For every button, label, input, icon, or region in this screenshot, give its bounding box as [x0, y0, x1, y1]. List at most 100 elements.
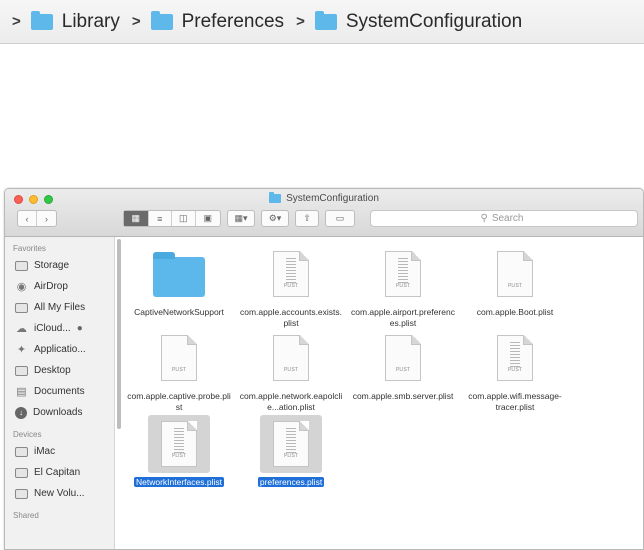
file-item[interactable]: PLIST com.apple.captive.probe.plist	[123, 329, 235, 413]
title-bar: SystemConfiguration ‹ › ▦ ≡ ◫ ▣ ▦▾ ⚙▾ ⇧ …	[5, 189, 643, 237]
file-item[interactable]: PLIST com.apple.airport.preferences.plis…	[347, 245, 459, 329]
search-field[interactable]: ⚲ Search	[370, 210, 638, 227]
file-item-selected[interactable]: PLIST NetworkInterfaces.plist	[123, 415, 235, 488]
plist-document-icon: PLIST	[497, 251, 533, 297]
plist-document-icon: PLIST	[273, 335, 309, 381]
file-name: CaptiveNetworkSupport	[134, 307, 224, 317]
file-name: com.apple.smb.server.plist	[352, 391, 454, 401]
sidebar-item-downloads[interactable]: ↓ Downloads	[5, 402, 114, 423]
finder-window: SystemConfiguration ‹ › ▦ ≡ ◫ ▣ ▦▾ ⚙▾ ⇧ …	[4, 188, 644, 550]
share-icon: ⇧	[303, 213, 311, 223]
desktop-icon	[15, 365, 28, 376]
file-name: com.apple.Boot.plist	[476, 307, 554, 317]
file-item[interactable]: CaptiveNetworkSupport	[123, 245, 235, 318]
search-placeholder: Search	[491, 213, 524, 224]
columns-icon: ◫	[179, 213, 188, 223]
icloud-icon: ☁	[16, 323, 27, 335]
sidebar-item-label: Downloads	[33, 407, 83, 418]
window-title: SystemConfiguration	[5, 192, 643, 204]
back-button[interactable]: ‹	[18, 211, 38, 226]
all-my-files-icon	[15, 302, 28, 313]
documents-icon: ▤	[16, 386, 27, 398]
sidebar-item-documents[interactable]: ▤ Documents	[5, 381, 114, 402]
sidebar-item-el-capitan[interactable]: El Capitan	[5, 462, 114, 483]
file-name: com.apple.captive.probe.plist	[127, 391, 231, 412]
disk-icon	[15, 467, 28, 478]
grid-icon: ▦	[131, 213, 140, 223]
breadcrumb-label: Library	[61, 10, 120, 32]
plist-document-icon: PLIST	[273, 421, 309, 467]
file-item[interactable]: PLIST com.apple.network.eapolclie...atio…	[235, 329, 347, 413]
share-button[interactable]: ⇧	[295, 210, 319, 227]
plist-document-icon: PLIST	[161, 335, 197, 381]
plist-document-icon: PLIST	[497, 335, 533, 381]
file-item[interactable]: PLIST com.apple.smb.server.plist	[347, 329, 459, 402]
plist-document-icon: PLIST	[161, 421, 197, 467]
sidebar-item-label: El Capitan	[34, 467, 81, 478]
sidebar-item-label: AirDrop	[34, 281, 68, 292]
file-name: preferences.plist	[257, 477, 325, 487]
sidebar-item-applications[interactable]: ✦ Applicatio...	[5, 339, 114, 360]
edit-tags-button[interactable]: ▭	[325, 210, 355, 227]
column-view-button[interactable]: ◫	[172, 211, 196, 226]
folder-icon	[150, 10, 173, 30]
sidebar-item-storage[interactable]: Storage	[5, 255, 114, 276]
arrange-icon: ▦▾	[234, 213, 248, 223]
file-item[interactable]: PLIST com.apple.wifi.message-tracer.plis…	[459, 329, 571, 413]
plist-document-icon: PLIST	[385, 251, 421, 297]
file-item[interactable]: PLIST com.apple.accounts.exists.plist	[235, 245, 347, 329]
breadcrumb-label: SystemConfiguration	[345, 10, 523, 32]
chevron-right-icon: >	[12, 13, 21, 30]
sidebar-item-imac[interactable]: iMac	[5, 441, 114, 462]
sidebar: Favorites Storage ◉ AirDrop All My Files…	[5, 237, 115, 549]
sidebar-item-desktop[interactable]: Desktop	[5, 360, 114, 381]
sidebar-item-label: Storage	[34, 260, 70, 271]
icon-view-button[interactable]: ▦	[124, 211, 149, 226]
sidebar-item-label: iMac	[34, 446, 56, 457]
file-name: NetworkInterfaces.plist	[134, 477, 224, 487]
folder-icon	[153, 252, 205, 297]
back-forward-buttons: ‹ ›	[17, 210, 57, 227]
sidebar-item-icloud[interactable]: ☁ iCloud... ●	[5, 318, 114, 339]
breadcrumb-systemconfiguration[interactable]: SystemConfiguration	[314, 10, 523, 33]
window-title-text: SystemConfiguration	[286, 193, 379, 204]
list-view-button[interactable]: ≡	[149, 211, 173, 226]
file-item[interactable]: PLIST com.apple.Boot.plist	[459, 245, 571, 318]
file-name: com.apple.network.eapolclie...ation.plis…	[239, 391, 343, 412]
disk-icon	[15, 488, 28, 499]
breadcrumb-preferences[interactable]: Preferences	[150, 10, 285, 33]
path-bar: > Library > Preferences > SystemConfigur…	[0, 0, 644, 44]
chevron-right-icon: >	[296, 13, 305, 30]
airdrop-icon: ◉	[16, 281, 27, 293]
chevron-right-icon: ›	[45, 213, 49, 224]
applications-icon: ✦	[16, 344, 27, 356]
sidebar-item-airdrop[interactable]: ◉ AirDrop	[5, 276, 114, 297]
sidebar-item-label: Documents	[34, 386, 85, 397]
search-icon: ⚲	[480, 213, 488, 224]
breadcrumb-label: Preferences	[181, 10, 285, 32]
folder-icon	[30, 10, 53, 30]
file-name: com.apple.airport.preferences.plist	[351, 307, 455, 328]
view-mode-selector: ▦ ≡ ◫ ▣	[123, 210, 221, 227]
sidebar-heading-favorites: Favorites	[13, 244, 46, 253]
storage-icon	[15, 260, 28, 271]
folder-icon	[269, 192, 282, 203]
breadcrumb-library[interactable]: Library	[30, 10, 120, 33]
action-button[interactable]: ⚙▾	[261, 210, 289, 227]
file-grid: CaptiveNetworkSupport PLIST com.apple.ac…	[123, 237, 643, 549]
file-item-selected[interactable]: PLIST preferences.plist	[235, 415, 347, 488]
icloud-progress-icon: ●	[76, 323, 83, 334]
arrange-button[interactable]: ▦▾	[227, 210, 255, 227]
chevron-left-icon: ‹	[25, 213, 29, 224]
sidebar-item-label: Desktop	[34, 365, 71, 376]
sidebar-item-all-my-files[interactable]: All My Files	[5, 297, 114, 318]
cover-flow-button[interactable]: ▣	[196, 211, 220, 226]
file-name: com.apple.wifi.message-tracer.plist	[468, 391, 562, 412]
chevron-right-icon: >	[131, 13, 141, 30]
sidebar-scrollbar[interactable]	[117, 239, 121, 429]
forward-button[interactable]: ›	[37, 211, 56, 226]
list-icon: ≡	[157, 213, 163, 224]
plist-document-icon: PLIST	[385, 335, 421, 381]
sidebar-item-label: iCloud...	[34, 323, 71, 334]
sidebar-item-new-volume[interactable]: New Volu...	[5, 483, 114, 504]
